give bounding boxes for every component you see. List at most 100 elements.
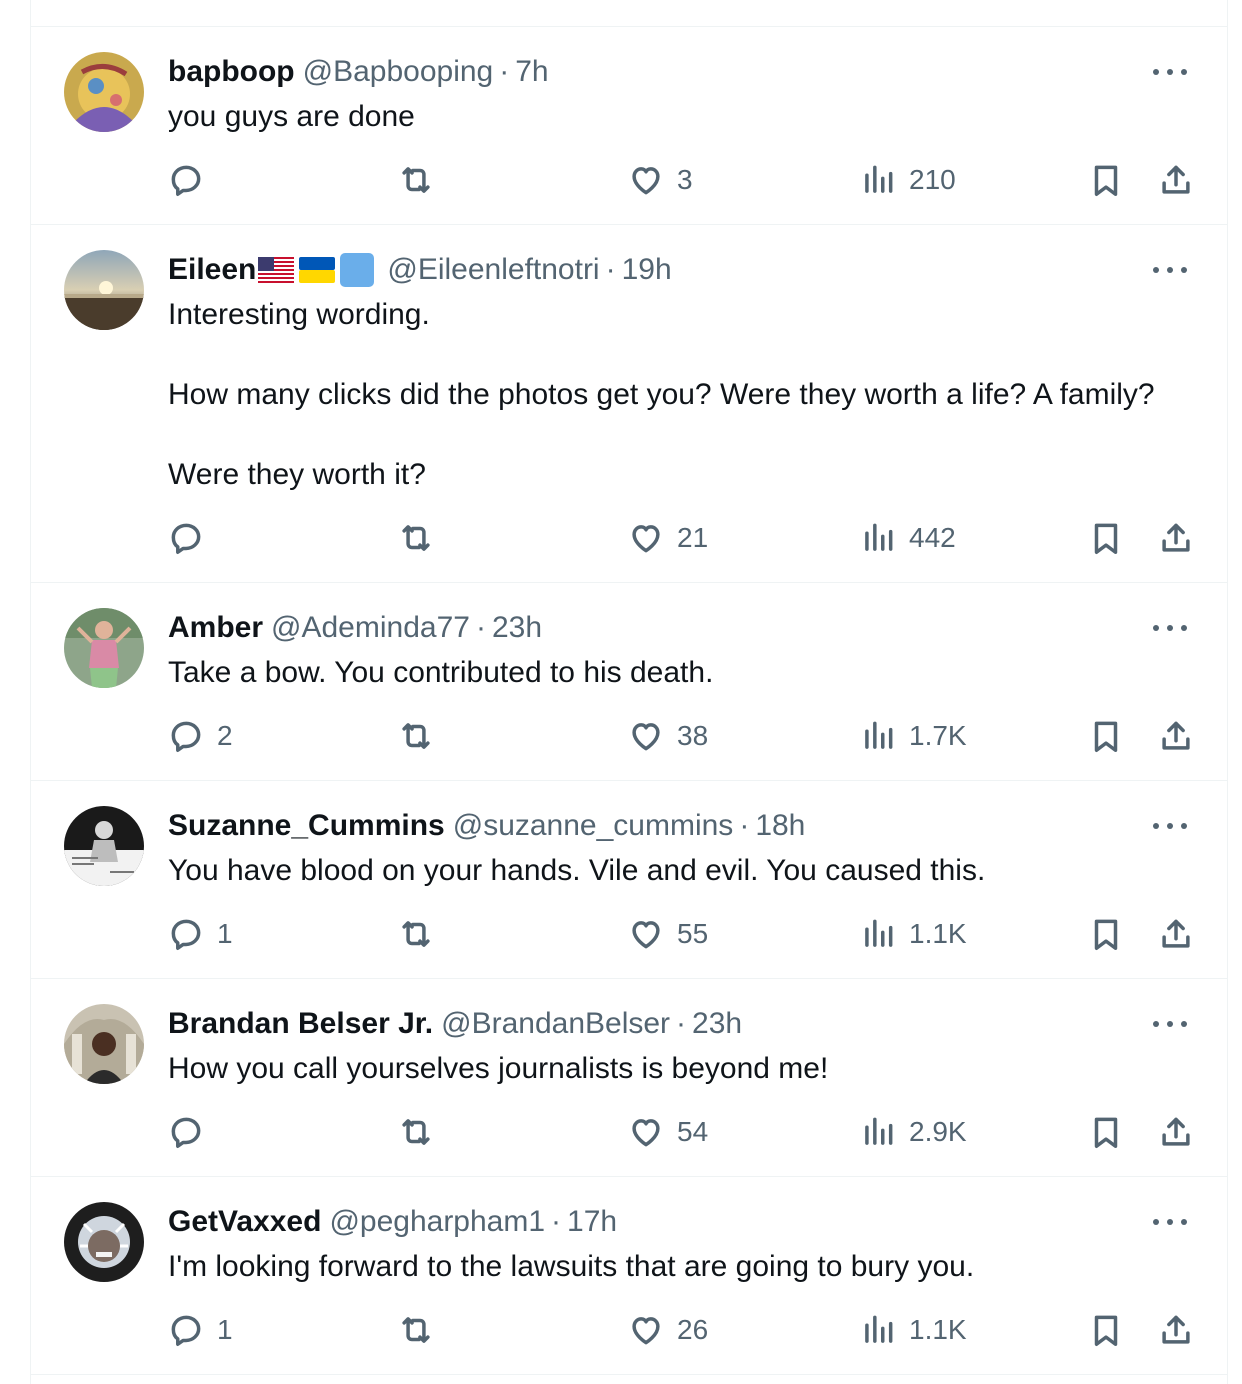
bookmark-button[interactable]	[1087, 1110, 1125, 1154]
avatar[interactable]	[64, 608, 144, 688]
user-handle[interactable]: @pegharpham1	[329, 1202, 545, 1242]
more-options-icon[interactable]	[1153, 255, 1187, 285]
repost-button[interactable]	[397, 714, 435, 758]
reply-button[interactable]: 2	[167, 714, 233, 758]
user-handle[interactable]: @Eileenleftnotri	[387, 250, 599, 290]
views-button[interactable]: 1.1K	[859, 912, 967, 956]
bookmark-button[interactable]	[1087, 158, 1125, 202]
more-options-icon[interactable]	[1153, 613, 1187, 643]
share-button[interactable]	[1157, 516, 1195, 560]
display-name[interactable]: Suzanne_Cummins	[168, 806, 445, 846]
bookmark-button[interactable]	[1087, 516, 1125, 560]
bookmark-icon	[1094, 1315, 1118, 1346]
avatar[interactable]	[64, 52, 144, 132]
views-button[interactable]: 2.9K	[859, 1110, 967, 1154]
timestamp[interactable]: 19h	[622, 250, 672, 290]
like-button[interactable]: 55	[627, 912, 708, 956]
reply-button[interactable]: 1	[167, 912, 233, 956]
timestamp[interactable]: 7h	[515, 52, 548, 92]
more-options-icon[interactable]	[1153, 811, 1187, 841]
bookmark-button[interactable]	[1087, 1308, 1125, 1352]
timestamp[interactable]: 23h	[492, 608, 542, 648]
display-name[interactable]: bapboop	[168, 52, 295, 92]
reply-button[interactable]	[167, 516, 217, 560]
separator: ·	[551, 1205, 562, 1238]
name-badges	[258, 253, 379, 287]
reply-text: Interesting wording. How many clicks did…	[168, 295, 1187, 495]
like-count: 55	[677, 918, 709, 949]
more-options-icon[interactable]	[1153, 57, 1187, 87]
like-button[interactable]: 21	[627, 516, 708, 560]
timestamp[interactable]: 18h	[755, 806, 805, 846]
heart-icon	[632, 723, 660, 751]
share-icon	[1162, 165, 1190, 194]
view-count: 2.9K	[909, 1116, 967, 1147]
reply-button[interactable]	[167, 1110, 217, 1154]
repost-button[interactable]	[397, 516, 435, 560]
user-handle[interactable]: @BrandanBelser	[441, 1004, 670, 1044]
reply-text: I'm looking forward to the lawsuits that…	[168, 1247, 1187, 1287]
reply-header: bapboop @Bapbooping · 7h	[168, 52, 1137, 92]
bookmark-button[interactable]	[1087, 714, 1125, 758]
reply-header: Brandan Belser Jr. @BrandanBelser · 23h	[168, 1004, 1137, 1044]
share-button[interactable]	[1157, 1110, 1195, 1154]
analytics-icon	[865, 165, 893, 193]
heart-icon	[632, 921, 660, 949]
more-options-icon[interactable]	[1153, 1207, 1187, 1237]
like-button[interactable]: 54	[627, 1110, 708, 1154]
action-bar: 1 26 1.1K	[31, 1308, 1227, 1352]
share-button[interactable]	[1157, 1308, 1195, 1352]
user-handle[interactable]: @Ademinda77	[271, 608, 470, 648]
reply-button[interactable]: 1	[167, 1308, 233, 1352]
repost-icon	[402, 921, 430, 947]
views-button[interactable]: 442	[859, 516, 956, 560]
avatar[interactable]	[64, 806, 144, 886]
avatar[interactable]	[64, 1202, 144, 1282]
display-name[interactable]: Brandan Belser Jr.	[168, 1004, 433, 1044]
user-handle[interactable]: @suzanne_cummins	[453, 806, 734, 846]
ukraine-flag-icon	[299, 257, 336, 283]
repost-button[interactable]	[397, 1110, 435, 1154]
reply-paragraph: Interesting wording.	[168, 298, 430, 331]
share-button[interactable]	[1157, 714, 1195, 758]
timestamp[interactable]: 17h	[567, 1202, 617, 1242]
user-handle[interactable]: @Bapbooping	[303, 52, 494, 92]
photo-avatar-image	[64, 608, 144, 688]
share-button[interactable]	[1157, 912, 1195, 956]
more-options-icon[interactable]	[1153, 1009, 1187, 1039]
timestamp[interactable]: 23h	[692, 1004, 742, 1044]
avatar[interactable]	[64, 250, 144, 330]
repost-button[interactable]	[397, 158, 435, 202]
view-count: 210	[909, 164, 956, 195]
share-button[interactable]	[1157, 158, 1195, 202]
bookmark-icon	[1094, 523, 1118, 554]
reply-item[interactable]: GetVaxxed @pegharpham1 · 17h I'm looking…	[31, 1177, 1227, 1375]
reply-paragraph: Take a bow. You contributed to his death…	[168, 656, 714, 689]
reply-item[interactable]: Amber @Ademinda77 · 23h Take a bow. You …	[31, 583, 1227, 781]
share-icon	[1162, 1117, 1190, 1146]
avatar[interactable]	[64, 1004, 144, 1084]
views-button[interactable]: 1.1K	[859, 1308, 967, 1352]
reply-button[interactable]	[167, 158, 217, 202]
reply-item[interactable]: Suzanne_Cummins @suzanne_cummins · 18h Y…	[31, 781, 1227, 979]
like-button[interactable]: 3	[627, 158, 693, 202]
display-name[interactable]: Eileen	[168, 250, 256, 290]
repost-button[interactable]	[397, 1308, 435, 1352]
like-button[interactable]: 26	[627, 1308, 708, 1352]
repost-button[interactable]	[397, 912, 435, 956]
reply-item[interactable]: Eileen @Eileenleftnotri · 19h Interestin…	[31, 225, 1227, 583]
reply-paragraph: you guys are done	[168, 100, 415, 133]
reply-item[interactable]: bapboop @Bapbooping · 7h you guys are do…	[31, 27, 1227, 225]
bookmark-button[interactable]	[1087, 912, 1125, 956]
like-button[interactable]: 38	[627, 714, 708, 758]
display-name[interactable]: GetVaxxed	[168, 1202, 321, 1242]
reply-text: You have blood on your hands. Vile and e…	[168, 851, 1187, 891]
views-button[interactable]: 1.7K	[859, 714, 967, 758]
views-button[interactable]: 210	[859, 158, 956, 202]
reply-icon	[171, 165, 201, 196]
reply-item[interactable]: Brandan Belser Jr. @BrandanBelser · 23h …	[31, 979, 1227, 1177]
view-count: 1.1K	[909, 1314, 967, 1345]
reply-text: How you call yourselves journalists is b…	[168, 1049, 1187, 1089]
like-count: 3	[677, 164, 693, 195]
display-name[interactable]: Amber	[168, 608, 263, 648]
